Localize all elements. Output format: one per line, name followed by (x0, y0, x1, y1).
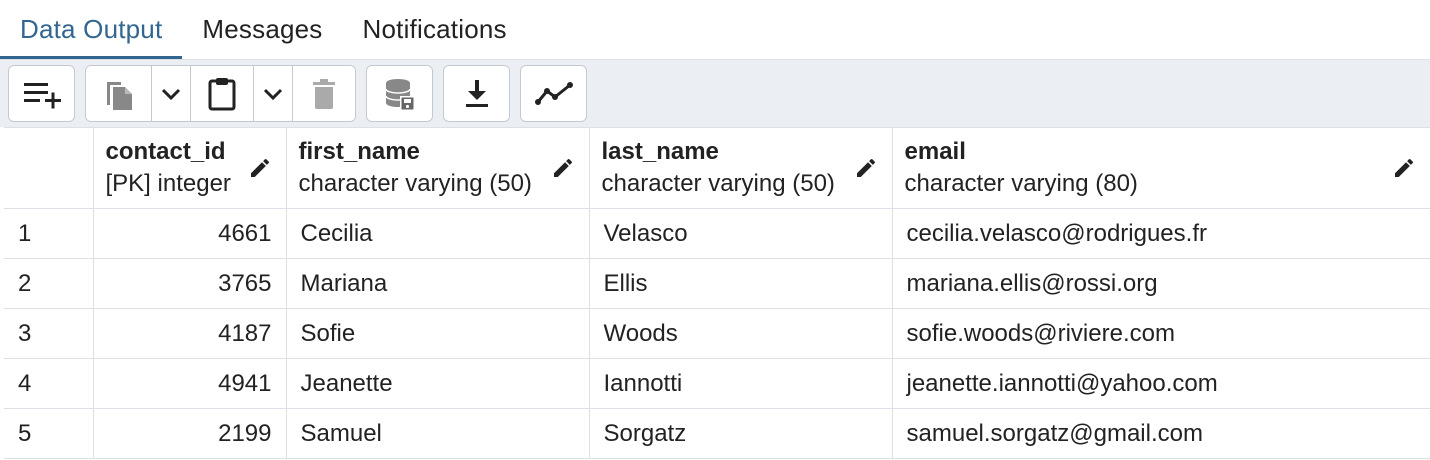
tab-notifications[interactable]: Notifications (343, 0, 527, 59)
table-row: 4 4941 Jeanette Iannotti jeanette.iannot… (4, 358, 1430, 409)
table-row: 5 2199 Samuel Sorgatz samuel.sorgatz@gma… (4, 408, 1430, 459)
add-row-button[interactable] (9, 66, 74, 121)
select-all-corner[interactable] (4, 127, 94, 209)
pencil-icon[interactable] (1392, 156, 1416, 180)
table-row: 3 4187 Sofie Woods sofie.woods@riviere.c… (4, 308, 1430, 359)
column-name: last_name (601, 138, 719, 165)
tab-data-output[interactable]: Data Output (0, 0, 183, 59)
cell-last-name[interactable]: Sorgatz (588, 408, 893, 459)
save-data-group (366, 65, 433, 122)
cell-last-name[interactable]: Woods (588, 308, 893, 359)
row-number[interactable]: 4 (4, 358, 94, 409)
cell-contact-id[interactable]: 2199 (92, 408, 287, 459)
graph-visualiser-button[interactable] (521, 66, 586, 121)
column-name: first_name (298, 138, 420, 165)
results-table: contact_id [PK] integer first_name chara… (4, 127, 1430, 459)
cell-email[interactable]: sofie.woods@riviere.com (891, 308, 1430, 359)
chevron-down-icon (263, 88, 283, 100)
row-number[interactable]: 2 (4, 258, 94, 309)
pencil-icon[interactable] (248, 156, 272, 180)
row-number[interactable]: 1 (4, 208, 94, 259)
copy-options-button[interactable] (152, 66, 191, 121)
column-name: email (904, 138, 966, 165)
graph-icon (534, 81, 573, 105)
paste-button[interactable] (191, 66, 254, 121)
add-row-icon (23, 82, 61, 108)
header-row: contact_id [PK] integer first_name chara… (4, 127, 1430, 209)
table-row: 1 4661 Cecilia Velasco cecilia.velasco@r… (4, 208, 1430, 259)
delete-icon (313, 78, 335, 109)
save-data-icon (384, 78, 415, 111)
column-header-first-name[interactable]: first_name character varying (50) (285, 127, 590, 209)
cell-contact-id[interactable]: 4187 (92, 308, 287, 359)
download-icon (465, 79, 488, 107)
result-tabs: Data Output Messages Notifications (0, 0, 1430, 60)
graph-group (520, 65, 587, 122)
pencil-icon[interactable] (551, 156, 575, 180)
cell-first-name[interactable]: Mariana (285, 258, 590, 309)
cell-email[interactable]: cecilia.velasco@rodrigues.fr (891, 208, 1430, 259)
cell-last-name[interactable]: Velasco (588, 208, 893, 259)
add-row-group (8, 65, 75, 122)
tab-messages[interactable]: Messages (182, 0, 342, 59)
cell-email[interactable]: samuel.sorgatz@gmail.com (891, 408, 1430, 459)
download-group (443, 65, 510, 122)
data-grid: contact_id [PK] integer first_name chara… (4, 127, 1430, 459)
cell-email[interactable]: jeanette.iannotti@yahoo.com (891, 358, 1430, 409)
save-data-button[interactable] (367, 66, 432, 121)
chevron-down-icon (161, 88, 181, 100)
cell-last-name[interactable]: Ellis (588, 258, 893, 309)
data-toolbar (0, 60, 1430, 127)
cell-contact-id[interactable]: 4941 (92, 358, 287, 409)
column-header-last-name[interactable]: last_name character varying (50) (588, 127, 893, 209)
column-type: character varying (50) (298, 170, 532, 197)
column-type: character varying (50) (601, 170, 835, 197)
cell-contact-id[interactable]: 3765 (92, 258, 287, 309)
row-number[interactable]: 5 (4, 408, 94, 459)
column-header-email[interactable]: email character varying (80) (891, 127, 1430, 209)
column-type: character varying (80) (904, 170, 1138, 197)
cell-contact-id[interactable]: 4661 (92, 208, 287, 259)
copy-button[interactable] (86, 66, 152, 121)
table-row: 2 3765 Mariana Ellis mariana.ellis@rossi… (4, 258, 1430, 309)
cell-first-name[interactable]: Jeanette (285, 358, 590, 409)
download-button[interactable] (444, 66, 509, 121)
pencil-icon[interactable] (854, 156, 878, 180)
cell-first-name[interactable]: Samuel (285, 408, 590, 459)
copy-icon (106, 81, 132, 110)
cell-first-name[interactable]: Cecilia (285, 208, 590, 259)
column-header-contact-id[interactable]: contact_id [PK] integer (92, 127, 287, 209)
cell-last-name[interactable]: Iannotti (588, 358, 893, 409)
cell-email[interactable]: mariana.ellis@rossi.org (891, 258, 1430, 309)
cell-first-name[interactable]: Sofie (285, 308, 590, 359)
copy-paste-group (85, 65, 356, 122)
delete-button[interactable] (293, 66, 355, 121)
row-number[interactable]: 3 (4, 308, 94, 359)
paste-options-button[interactable] (254, 66, 293, 121)
paste-icon (208, 77, 236, 110)
